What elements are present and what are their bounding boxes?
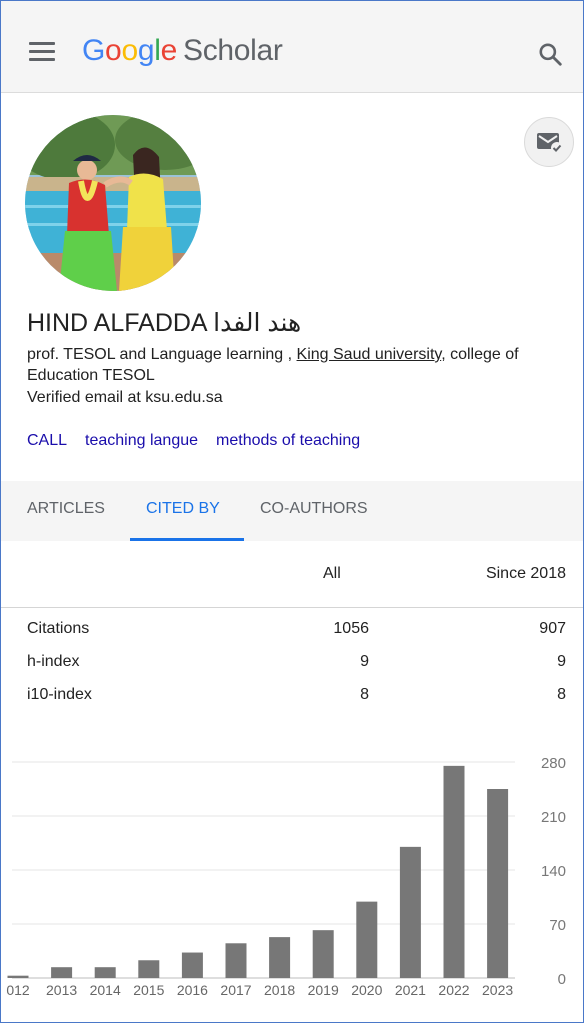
chart-bar-2021[interactable] [399, 846, 421, 978]
chart-bar-2017[interactable] [225, 943, 247, 978]
tab-cited-by[interactable]: CITED BY [146, 500, 220, 518]
chart-x-tick-label: 2018 [264, 982, 295, 998]
stat-since: 9 [557, 653, 566, 670]
logo-scholar: Scholar [182, 34, 283, 67]
stat-row-h-index: h-index 9 9 [27, 653, 566, 675]
profile-tabs: ARTICLES CITED BY CO-AUTHORS [1, 481, 583, 541]
stat-all: 1056 [333, 620, 369, 637]
chart-bar-2023[interactable] [487, 789, 509, 978]
chart-x-tick-label: 2017 [220, 982, 251, 998]
chart-y-tick-label: 280 [541, 755, 566, 772]
chart-x-tick-label: 012 [6, 982, 30, 998]
chart-x-tick-label: 2019 [308, 982, 339, 998]
citations-bar-chart: 0 70 140 210 280 012 2013 2014 2015 2016 2017 2018 2… [6, 755, 566, 998]
chart-bar-2016[interactable] [181, 952, 203, 978]
chart-x-tick-label: 2013 [46, 982, 77, 998]
chart-y-tick-label: 70 [549, 917, 566, 934]
chart-bar-2012[interactable] [7, 975, 29, 978]
chart-bar-2013[interactable] [51, 967, 73, 978]
follow-button[interactable] [524, 117, 574, 167]
stat-label: Citations [27, 620, 90, 637]
stat-since: 8 [557, 686, 566, 703]
chart-x-tick-label: 2022 [438, 982, 469, 998]
chart-bar-2019[interactable] [312, 930, 334, 978]
profile-name: HIND ALFADDA هند الفدا [27, 309, 302, 337]
interest-link[interactable]: CALL [27, 432, 67, 449]
chart-y-tick-label: 210 [541, 809, 566, 826]
active-tab-indicator [130, 538, 244, 541]
verified-email: Verified email at ksu.edu.sa [27, 389, 223, 406]
profile-affiliation: prof. TESOL and Language learning , King… [27, 344, 562, 386]
chart-y-tick-label: 0 [558, 971, 566, 988]
chart-bar-2015[interactable] [138, 960, 160, 978]
chart-bar-2022[interactable] [443, 765, 465, 978]
stat-all: 8 [360, 686, 369, 703]
tab-co-authors[interactable]: CO-AUTHORS [260, 500, 368, 518]
top-app-bar: Google Scholar [1, 1, 583, 93]
stat-label: h-index [27, 653, 80, 670]
profile-photo [25, 115, 201, 291]
chart-x-tick-label: 2015 [133, 982, 164, 998]
search-icon[interactable] [537, 41, 563, 67]
chart-y-tick-label: 140 [541, 863, 566, 880]
stat-all: 9 [360, 653, 369, 670]
research-interests: CALL teaching langue methods of teaching [27, 432, 378, 450]
stat-label: i10-index [27, 686, 92, 703]
logo-google: Google [82, 34, 177, 67]
affiliation-link[interactable]: King Saud university [297, 346, 442, 363]
chart-bar-2014[interactable] [94, 967, 116, 978]
chart-x-tick-label: 2023 [482, 982, 513, 998]
stats-col-all: All [323, 565, 341, 582]
stat-since: 907 [539, 620, 566, 637]
stats-divider [1, 607, 583, 608]
chart-x-tick-label: 2020 [351, 982, 382, 998]
tab-articles[interactable]: ARTICLES [27, 500, 105, 518]
affiliation-text: prof. TESOL and Language learning , [27, 346, 297, 363]
chart-bar-2018[interactable] [269, 937, 291, 978]
stat-row-i10-index: i10-index 8 8 [27, 686, 566, 708]
interest-link[interactable]: methods of teaching [216, 432, 360, 449]
chart-x-tick-label: 2021 [395, 982, 426, 998]
google-scholar-logo[interactable]: Google Scholar [82, 34, 283, 68]
stats-col-since: Since 2018 [485, 565, 566, 582]
stat-row-citations: Citations 1056 907 [27, 620, 566, 642]
chart-bar-2020[interactable] [356, 901, 378, 978]
chart-x-tick-label: 2014 [90, 982, 121, 998]
interest-link[interactable]: teaching langue [85, 432, 198, 449]
mail-check-icon [537, 133, 563, 154]
menu-icon[interactable] [29, 42, 55, 62]
chart-x-tick-label: 2016 [177, 982, 208, 998]
